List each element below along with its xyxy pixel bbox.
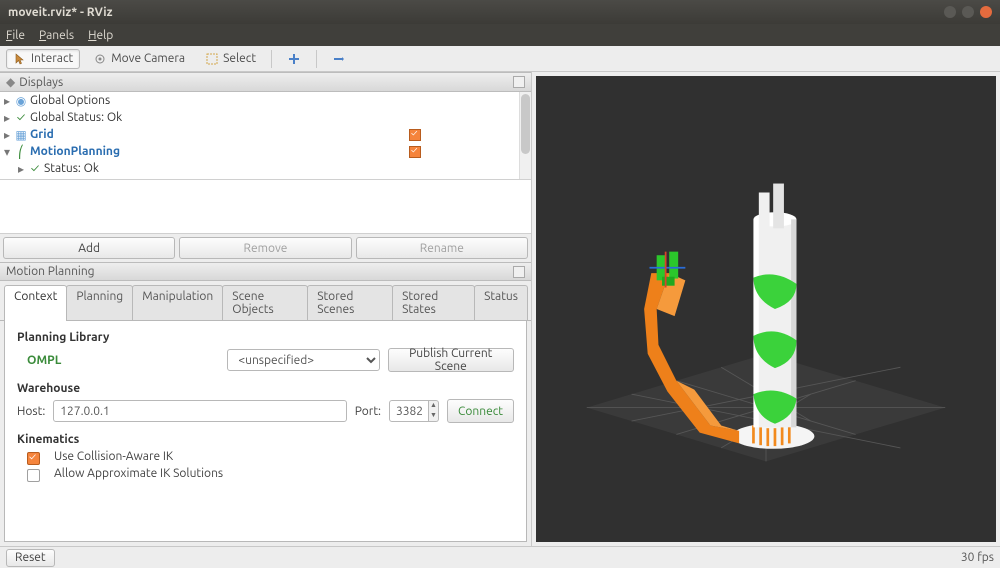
statusbar: Reset 30 fps — [0, 546, 1000, 568]
plus-icon — [287, 52, 301, 66]
host-label: Host: — [17, 405, 45, 418]
select-icon — [205, 52, 219, 66]
move-camera-button[interactable]: Move Camera — [86, 49, 192, 69]
tab-stored-scenes[interactable]: Stored Scenes — [307, 285, 393, 320]
separator — [271, 50, 272, 68]
port-spinner[interactable]: ▲▼ — [429, 400, 439, 422]
expand-icon[interactable]: ◆ — [6, 75, 15, 89]
titlebar: moveit.rviz* - RViz — [0, 0, 1000, 24]
planner-name: OMPL — [27, 354, 61, 367]
tree-item-grid[interactable]: ▸▦ Grid — [0, 126, 531, 143]
panel-undock-button[interactable] — [513, 266, 525, 278]
fps-label: 30 fps — [961, 551, 994, 564]
check-icon: ✓ — [28, 162, 42, 175]
tab-scene-objects[interactable]: Scene Objects — [222, 285, 308, 320]
menu-file[interactable]: File — [6, 29, 25, 42]
collision-ik-label: Use Collision-Aware IK — [54, 450, 173, 463]
interact-icon — [13, 52, 27, 66]
tree-item-global-options[interactable]: ▸◉ Global Options — [0, 92, 531, 109]
tabs: Context Planning Manipulation Scene Obje… — [0, 281, 531, 321]
minus-icon — [332, 52, 346, 66]
tab-stored-states[interactable]: Stored States — [392, 285, 475, 320]
connect-button[interactable]: Connect — [447, 399, 514, 423]
panel-undock-button[interactable] — [513, 76, 525, 88]
robot-icon: ⎛ — [14, 145, 28, 159]
port-input[interactable] — [389, 400, 429, 422]
menu-help[interactable]: Help — [88, 29, 113, 42]
motion-planning-header: Motion Planning — [0, 262, 531, 281]
host-input[interactable] — [53, 400, 346, 422]
remove-tool-button[interactable] — [325, 49, 353, 69]
add-button[interactable]: Add — [3, 237, 175, 259]
port-label: Port: — [355, 405, 381, 418]
interact-button[interactable]: Interact — [6, 49, 80, 69]
minimize-button[interactable] — [944, 6, 956, 18]
approx-ik-checkbox[interactable] — [27, 469, 40, 482]
tree-item-global-status[interactable]: ▸✓ Global Status: Ok — [0, 109, 531, 126]
grid-icon: ▦ — [14, 128, 28, 142]
planning-library-title: Planning Library — [17, 331, 514, 344]
camera-icon — [93, 52, 107, 66]
tree-item-motion-planning[interactable]: ▾⎛ MotionPlanning — [0, 143, 531, 160]
tree-item-move-group-ns[interactable]: Move Group Namespace — [0, 177, 531, 180]
tab-status[interactable]: Status — [474, 285, 528, 320]
select-button[interactable]: Select — [198, 49, 263, 69]
window-title: moveit.rviz* - RViz — [8, 6, 944, 19]
kinematics-title: Kinematics — [17, 433, 514, 446]
displays-tree[interactable]: ▸◉ Global Options ▸✓ Global Status: Ok ▸… — [0, 92, 531, 180]
scene-render — [536, 76, 996, 542]
displays-detail — [0, 180, 531, 234]
tree-item-status[interactable]: ▸✓ Status: Ok — [0, 160, 531, 177]
gear-icon: ◉ — [14, 94, 28, 108]
motion-planning-checkbox[interactable] — [409, 146, 421, 158]
tab-context[interactable]: Context — [4, 285, 67, 320]
scrollbar[interactable] — [519, 92, 531, 179]
warehouse-title: Warehouse — [17, 382, 514, 395]
check-icon: ✓ — [14, 111, 28, 124]
close-button[interactable] — [980, 6, 992, 18]
publish-scene-button[interactable]: Publish Current Scene — [388, 348, 515, 372]
grid-checkbox[interactable] — [409, 129, 421, 141]
menubar: File Panels Help — [0, 24, 1000, 46]
tab-planning[interactable]: Planning — [66, 285, 133, 320]
context-tab-body: Planning Library OMPL <unspecified> Publ… — [4, 321, 527, 542]
remove-button[interactable]: Remove — [179, 237, 351, 259]
maximize-button[interactable] — [962, 6, 974, 18]
menu-panels[interactable]: Panels — [39, 29, 74, 42]
3d-viewport[interactable] — [536, 76, 996, 542]
separator — [316, 50, 317, 68]
approx-ik-label: Allow Approximate IK Solutions — [54, 467, 223, 480]
add-tool-button[interactable] — [280, 49, 308, 69]
collision-ik-checkbox[interactable] — [27, 452, 40, 465]
tab-manipulation[interactable]: Manipulation — [132, 285, 223, 320]
planner-select[interactable]: <unspecified> — [227, 349, 379, 371]
toolbar: Interact Move Camera Select — [0, 46, 1000, 72]
displays-header: ◆ Displays — [0, 72, 531, 92]
rename-button[interactable]: Rename — [356, 237, 528, 259]
reset-button[interactable]: Reset — [6, 549, 55, 567]
